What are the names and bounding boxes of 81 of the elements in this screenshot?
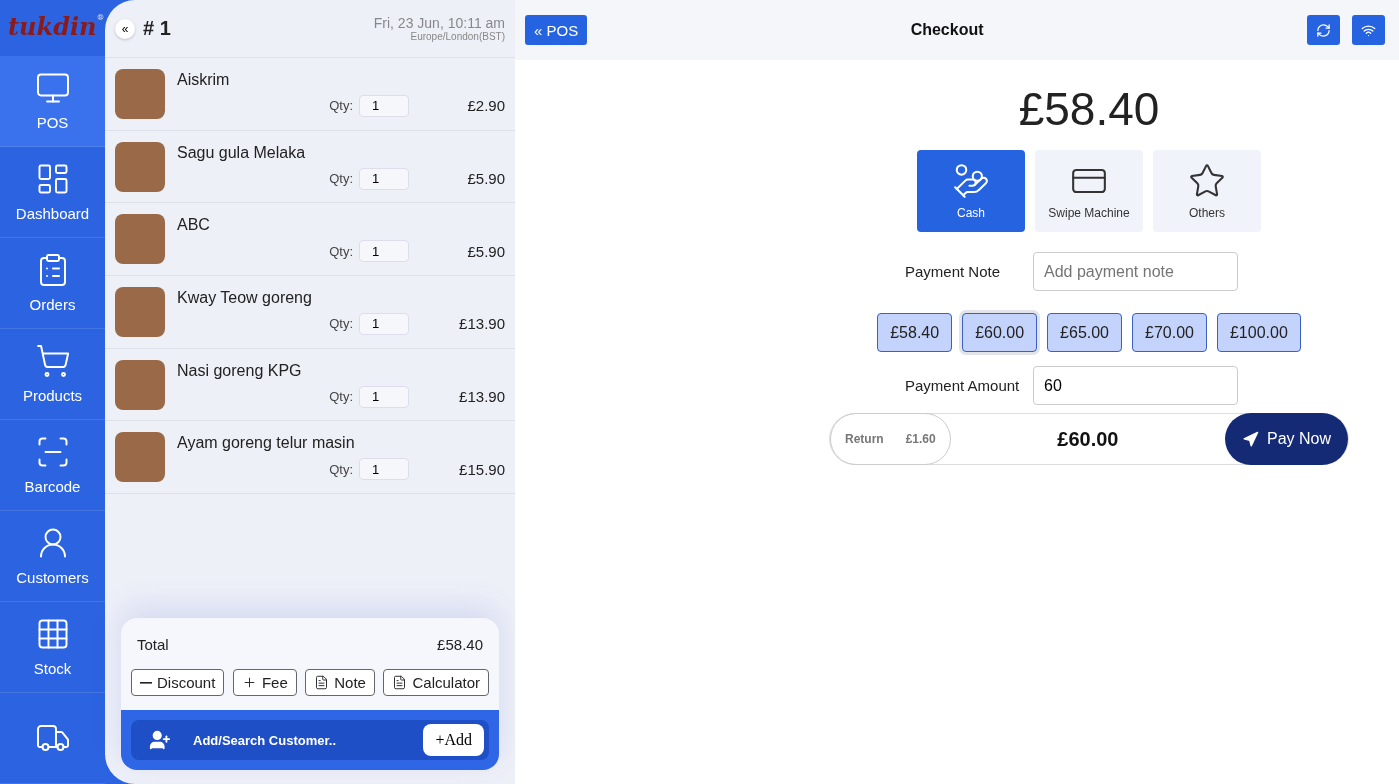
photo-placeholder <box>115 214 165 265</box>
return-value: £1.60 <box>905 432 936 446</box>
cart-row[interactable]: Kway Teow goreng Qty: 1 £13.90 <box>105 276 515 349</box>
total-value: £58.40 <box>437 636 483 653</box>
item-price: £13.90 <box>458 388 505 406</box>
item-name: Kway Teow goreng <box>177 288 313 307</box>
item-name: Nasi goreng KPG <box>177 361 303 380</box>
photo-placeholder <box>115 286 165 337</box>
total-label: Total <box>137 636 169 653</box>
hand-coins-icon <box>952 162 990 200</box>
photo-placeholder <box>115 359 165 410</box>
amount-field[interactable]: 60 <box>1033 366 1238 405</box>
add-button[interactable]: +Add <box>423 724 484 756</box>
item-name: ABC <box>177 216 211 235</box>
note-field[interactable]: Add payment note <box>1033 252 1238 291</box>
action-button[interactable]: Calculator <box>383 669 489 696</box>
photo-placeholder <box>115 68 165 119</box>
minus-icon <box>140 681 152 684</box>
timezone: Europe/London(BST) <box>410 31 505 42</box>
item-name: Sagu gula Melaka <box>177 143 307 162</box>
field-label: Payment Amount <box>904 377 1021 394</box>
qty-label: Qty: <box>329 171 353 187</box>
sync-icon <box>1316 21 1331 39</box>
quick-amount-button[interactable]: £65.00 <box>1047 313 1122 352</box>
document-icon <box>392 675 408 690</box>
document-icon <box>314 675 330 690</box>
sidebar-item[interactable]: POS <box>0 55 105 147</box>
photo-placeholder <box>115 141 165 192</box>
user-add-icon <box>149 729 171 751</box>
item-price: £2.90 <box>466 97 505 115</box>
return-label: Return <box>845 432 884 446</box>
item-price: £13.90 <box>458 315 505 333</box>
qty-field[interactable]: 1 <box>359 94 409 117</box>
action-button[interactable]: Fee <box>232 669 297 696</box>
plus-icon <box>241 675 257 690</box>
item-price: £15.90 <box>458 460 505 478</box>
quick-amount-button[interactable]: £100.00 <box>1216 313 1301 352</box>
quick-amount-button[interactable]: £70.00 <box>1132 313 1207 352</box>
qty-label: Qty: <box>329 243 353 259</box>
item-price: £5.90 <box>466 242 505 260</box>
payment-method[interactable]: Others <box>1153 150 1261 232</box>
back-button[interactable]: « POS <box>525 15 588 45</box>
cart-row[interactable]: ABC Qty: 1 £5.90 <box>105 203 515 277</box>
wifi-button[interactable] <box>1352 15 1385 45</box>
item-name: Ayam goreng telur masin <box>177 434 356 453</box>
qty-field[interactable]: 1 <box>359 312 409 335</box>
pay-now-button[interactable]: Pay Now <box>1225 413 1348 465</box>
customer-label: Add/Search Customer.. <box>193 732 337 748</box>
qty-field[interactable]: 1 <box>359 458 409 481</box>
quick-amount-button[interactable]: £60.00 <box>962 313 1038 352</box>
qty-label: Qty: <box>329 461 353 477</box>
paid-amount: £60.00 <box>1056 427 1120 451</box>
action-button[interactable]: Discount <box>131 669 225 696</box>
payment-method[interactable]: Swipe Machine <box>1035 150 1143 232</box>
page-title: Checkout <box>909 21 985 39</box>
field-label: Payment Note <box>904 263 1002 280</box>
quick-amount-button[interactable]: £58.40 <box>877 313 953 352</box>
brand-logo: tukdin$^{®}$ <box>7 11 105 43</box>
action-button[interactable]: Note <box>305 669 375 696</box>
qty-field[interactable]: 1 <box>359 240 409 263</box>
send-icon <box>1242 430 1259 448</box>
cart-row[interactable]: Aiskrim Qty: 1 £2.90 <box>105 58 515 131</box>
amount-due: £58.40 <box>1018 82 1160 136</box>
nav-icon <box>34 343 71 380</box>
order-number: # 1 <box>143 17 171 40</box>
qty-label: Qty: <box>329 389 353 405</box>
cart-row[interactable]: Ayam goreng telur masin Qty: 1 £15.90 <box>105 421 515 495</box>
collapse-button[interactable]: « <box>115 18 135 39</box>
item-price: £5.90 <box>466 170 505 188</box>
photo-placeholder <box>115 432 165 483</box>
order-date: Fri, 23 Jun, 10:11 am <box>373 15 505 31</box>
payment-method[interactable]: Cash <box>917 150 1025 232</box>
item-name: Aiskrim <box>177 70 231 89</box>
cart-row[interactable]: Sagu gula Melaka Qty: 1 £5.90 <box>105 130 515 204</box>
sync-button[interactable] <box>1307 15 1340 45</box>
qty-field[interactable]: 1 <box>359 167 409 190</box>
qty-label: Qty: <box>329 98 353 114</box>
cart-row[interactable]: Nasi goreng KPG Qty: 1 £13.90 <box>105 348 515 422</box>
qty-label: Qty: <box>329 316 353 332</box>
customer-bar[interactable]: Add/Search Customer.. +Add <box>131 720 489 760</box>
qty-field[interactable]: 1 <box>359 385 409 408</box>
